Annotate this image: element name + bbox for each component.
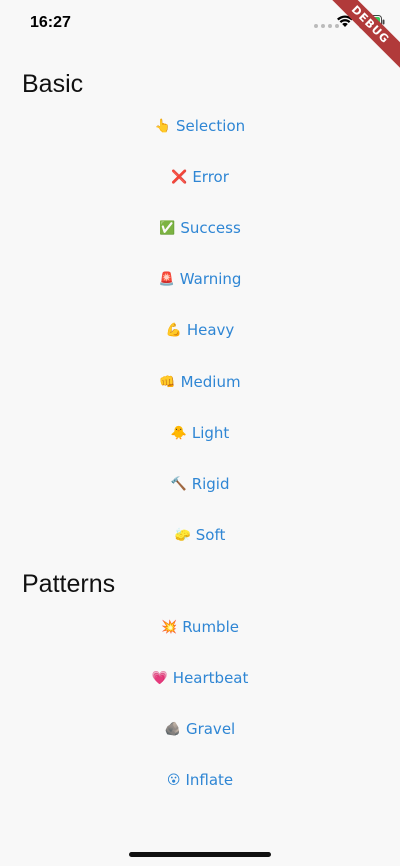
- button-label: Error: [192, 168, 229, 186]
- home-indicator[interactable]: [129, 852, 271, 857]
- siren-icon: 🚨: [158, 271, 175, 287]
- soft-button[interactable]: 🧽 Soft: [0, 515, 400, 555]
- section-title-basic: Basic: [22, 70, 84, 98]
- heartbeat-button[interactable]: 💗 Heartbeat: [0, 658, 400, 698]
- light-button[interactable]: 🐥 Light: [0, 413, 400, 453]
- status-bar: 16:27: [0, 0, 400, 48]
- growing-heart-icon: 💗: [151, 670, 168, 686]
- status-time: 16:27: [30, 14, 71, 31]
- collision-icon: 💥: [161, 619, 178, 635]
- puffed-face-icon: 😮: [166, 772, 181, 788]
- warning-button[interactable]: 🚨 Warning: [0, 259, 400, 299]
- button-label: Gravel: [185, 720, 236, 738]
- battery-charging-icon: [359, 15, 385, 29]
- button-label: Selection: [176, 117, 246, 135]
- button-label: Medium: [180, 373, 241, 391]
- button-label: Heavy: [186, 321, 235, 339]
- button-label: Rumble: [182, 618, 239, 636]
- cross-mark-icon: ❌: [171, 169, 188, 185]
- fist-icon: 👊: [159, 374, 176, 390]
- sponge-icon: 🧽: [174, 527, 191, 543]
- flexed-biceps-icon: 💪: [165, 322, 182, 338]
- section-title-patterns: Patterns: [22, 570, 116, 598]
- heavy-button[interactable]: 💪 Heavy: [0, 310, 400, 350]
- medium-button[interactable]: 👊 Medium: [0, 362, 400, 402]
- button-label: Warning: [179, 270, 242, 288]
- button-label: Inflate: [185, 771, 234, 789]
- hammer-icon: 🔨: [170, 476, 187, 492]
- button-label: Soft: [195, 526, 226, 544]
- rigid-button[interactable]: 🔨 Rigid: [0, 464, 400, 504]
- button-label: Heartbeat: [172, 669, 249, 687]
- selection-button[interactable]: 👆 Selection: [0, 106, 400, 146]
- check-mark-icon: ✅: [159, 220, 176, 236]
- success-button[interactable]: ✅ Success: [0, 208, 400, 248]
- inflate-button[interactable]: 😮 Inflate: [0, 760, 400, 800]
- rock-icon: 🪨: [164, 721, 181, 737]
- error-button[interactable]: ❌ Error: [0, 157, 400, 197]
- rumble-button[interactable]: 💥 Rumble: [0, 607, 400, 647]
- button-label: Success: [180, 219, 241, 237]
- wifi-icon: [337, 15, 353, 27]
- chick-icon: 🐥: [170, 425, 187, 441]
- button-label: Light: [191, 424, 230, 442]
- pointing-finger-icon: 👆: [154, 118, 172, 134]
- button-label: Rigid: [191, 475, 230, 493]
- gravel-button[interactable]: 🪨 Gravel: [0, 709, 400, 749]
